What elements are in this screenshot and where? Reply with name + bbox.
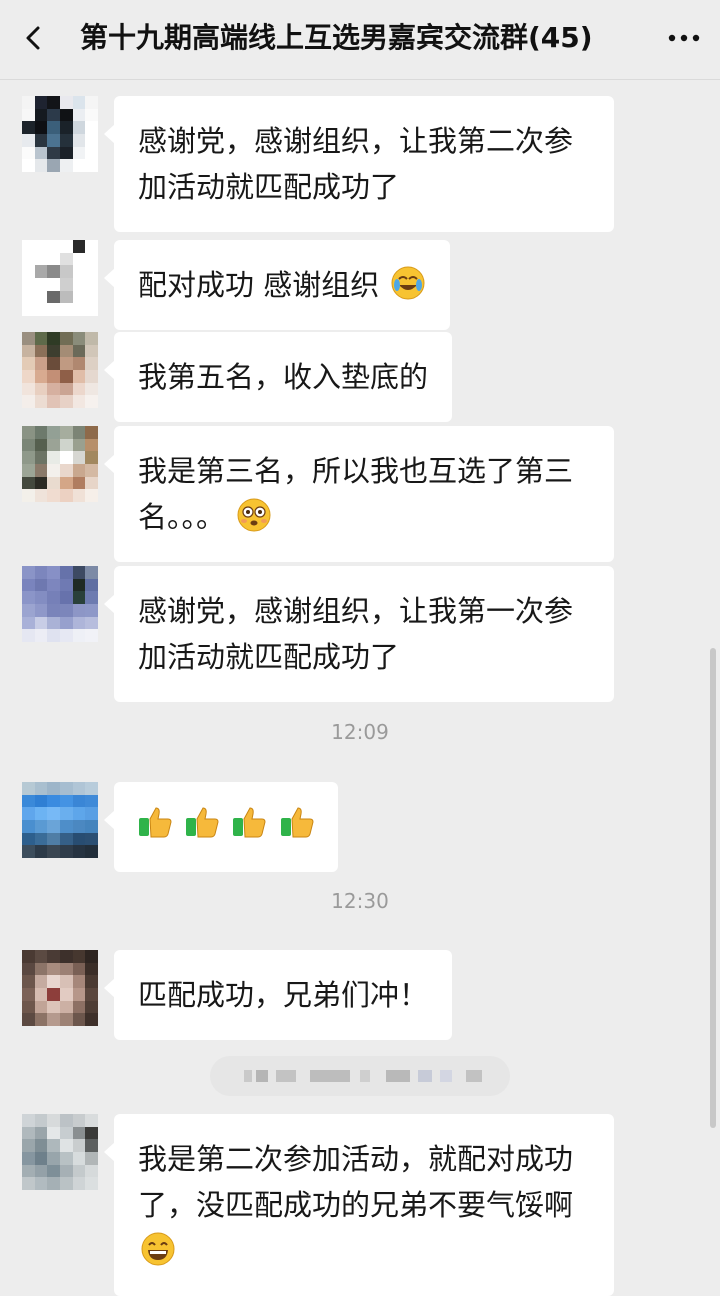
more-button[interactable] <box>662 18 706 58</box>
message-bubble[interactable]: 感谢党，感谢组织，让我第一次参加活动就匹配成功了 <box>104 566 614 702</box>
avatar[interactable] <box>22 566 98 642</box>
message-bubble[interactable]: 我第五名，收入垫底的 <box>103 332 453 422</box>
chevron-left-icon <box>14 16 58 60</box>
avatar[interactable] <box>22 426 98 502</box>
avatar[interactable] <box>22 950 98 1026</box>
timestamp: 12:30 <box>331 889 389 913</box>
avatar[interactable] <box>22 1114 98 1190</box>
message-bubble[interactable] <box>104 782 338 872</box>
timestamp: 12:09 <box>331 720 389 744</box>
thumbs-up-icon <box>136 804 174 842</box>
message-bubble[interactable]: 匹配成功，兄弟们冲！ <box>103 950 453 1040</box>
grinning-face-icon <box>140 1231 176 1267</box>
message-text: 我是第二次参加活动，就配对成功了，没匹配成功的兄弟不要气馁啊 <box>138 1142 574 1222</box>
chat-title: 第十九期高端线上互选男嘉宾交流群(45) <box>80 21 593 54</box>
message-bubble[interactable]: 我是第二次参加活动，就配对成功了，没匹配成功的兄弟不要气馁啊 <box>104 1114 614 1296</box>
avatar[interactable] <box>22 332 98 408</box>
message-bubble[interactable]: 配对成功 感谢组织 <box>103 240 451 330</box>
message-text: 配对成功 感谢组织 <box>138 268 380 302</box>
message-bubble[interactable]: 我是第三名，所以我也互选了第三名。。。 <box>104 426 614 562</box>
back-button[interactable] <box>14 16 58 60</box>
avatar[interactable] <box>22 240 98 316</box>
avatar[interactable] <box>22 782 98 858</box>
message-text: 我第五名，收入垫底的 <box>138 360 429 394</box>
crying-laughing-face-icon <box>390 265 426 301</box>
more-dots-icon <box>662 34 706 62</box>
thumbs-up-icon <box>278 804 316 842</box>
message-text: 我是第三名，所以我也互选了第三名。。。 <box>138 454 574 534</box>
flushed-face-icon <box>236 497 272 533</box>
message-text: 匹配成功，兄弟们冲！ <box>138 978 429 1012</box>
scrollbar[interactable] <box>710 648 716 1128</box>
thumbs-up-icon <box>183 804 221 842</box>
system-notice-redacted <box>210 1056 510 1096</box>
message-text: 感谢党，感谢组织，让我第二次参加活动就匹配成功了 <box>138 124 574 204</box>
thumbs-up-icon <box>230 804 268 842</box>
chat-header: 第十九期高端线上互选男嘉宾交流群(45) <box>0 0 720 80</box>
chat-message-list[interactable]: 感谢党，感谢组织，让我第二次参加活动就匹配成功了 配对成功 感谢组织 我第五名，… <box>0 80 720 1296</box>
avatar[interactable] <box>22 96 98 172</box>
message-text: 感谢党，感谢组织，让我第一次参加活动就匹配成功了 <box>138 594 574 674</box>
message-bubble[interactable]: 感谢党，感谢组织，让我第二次参加活动就匹配成功了 <box>104 96 614 232</box>
